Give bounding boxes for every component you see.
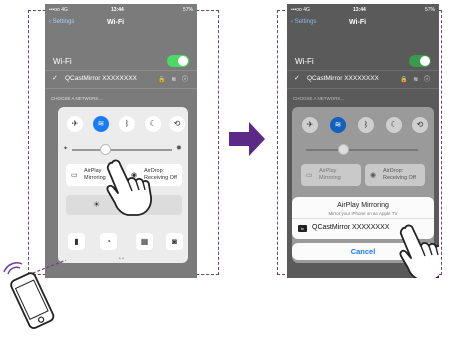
calculator-icon[interactable]: ▦ (136, 233, 153, 250)
time-label: 13:44 (111, 7, 124, 13)
page-title: Wi-Fi (349, 19, 367, 26)
lock-wifi-info-icons: 🔒 ≋ ⓘ (158, 77, 190, 83)
moon-icon: ☾ (386, 117, 402, 133)
carrier-label: •••oo 4G (291, 7, 310, 13)
page-title: Wi-Fi (107, 19, 125, 26)
nav-bar: ‹ Settings Wi-Fi (287, 16, 439, 34)
timer-icon[interactable]: ◔ (100, 233, 117, 250)
airplay-icon: ▭ (71, 172, 78, 179)
network-name: QCastMirror XXXXXXXX (65, 75, 137, 82)
status-bar: •••oo 4G 13:44 57% (287, 4, 439, 16)
sheet-title: AirPlay Mirroring (337, 202, 389, 209)
lock-wifi-info-icons: 🔒 ≋ ⓘ (400, 77, 432, 83)
brightness-slider[interactable] (72, 149, 172, 151)
airplane-icon[interactable]: ✈ (67, 116, 83, 132)
brightness-knob (338, 144, 349, 155)
network-row[interactable]: ✓ QCastMirror XXXXXXXX 🔒 ≋ ⓘ (287, 70, 439, 89)
airdrop-line1: AirDrop: (383, 168, 404, 174)
right-phone-screen: •••oo 4G 13:44 57% ‹ Settings Wi-Fi Wi-F… (287, 4, 439, 278)
apple-tv-icon: tv (298, 225, 307, 232)
back-button[interactable]: ‹ Settings (49, 19, 74, 25)
rotation-lock-icon[interactable]: ⟲ (169, 116, 185, 132)
wifi-label: Wi-Fi (53, 57, 72, 66)
rotation-lock-icon: ⟲ (412, 117, 428, 133)
airplay-icon: ▭ (306, 172, 313, 179)
arrow-icon (229, 122, 265, 156)
brightness-slider (306, 149, 418, 151)
tap-hand-icon (106, 159, 152, 216)
battery-label: 57% (182, 7, 193, 13)
flashlight-icon[interactable]: ▮ (68, 233, 85, 250)
time-label: 13:44 (353, 7, 366, 13)
network-name: QCastMirror XXXXXXXX (307, 75, 379, 82)
airdrop-icon: ◉ (370, 172, 377, 179)
sheet-subtitle: Mirror your iPhone on an Apple TV (328, 211, 398, 216)
phone-illustration-icon (3, 262, 55, 329)
checkmark-icon: ✓ (294, 75, 300, 82)
wifi-label: Wi-Fi (295, 57, 314, 66)
wifi-row: Wi-Fi (287, 52, 439, 71)
carrier-label: •••oo 4G (49, 7, 68, 13)
wifi-icon[interactable]: ≋ (93, 116, 109, 132)
airplay-line1: AirPlay (319, 168, 337, 174)
airplay-mirroring-button: ▭ AirPlay Mirroring (301, 164, 361, 186)
brightness-low-icon: ✦ (63, 146, 69, 152)
wifi-toggle[interactable] (409, 55, 431, 67)
airplane-icon: ✈ (302, 117, 318, 133)
wifi-row: Wi-Fi (45, 52, 197, 71)
left-phone-screen: •••oo 4G 13:44 57% ‹ Settings Wi-Fi Wi-F… (45, 4, 197, 278)
brightness-high-icon: ✹ (176, 145, 182, 152)
network-row[interactable]: ✓ QCastMirror XXXXXXXX 🔒 ≋ ⓘ (45, 70, 197, 89)
airplay-line1: AirPlay (84, 168, 102, 174)
brightness-knob[interactable] (100, 144, 111, 155)
bluetooth-icon: ᛒ (358, 117, 374, 133)
airplay-line2: Mirroring (319, 175, 341, 181)
camera-icon[interactable]: ◙ (166, 233, 183, 250)
device-name: QCastMirror XXXXXXXX (312, 224, 390, 231)
wifi-icon: ≋ (330, 117, 346, 133)
bluetooth-icon[interactable]: ᛒ (119, 116, 135, 132)
back-button[interactable]: ‹ Settings (291, 19, 316, 25)
section-header: CHOOSE A NETWORK... (51, 96, 103, 101)
airdrop-button: ◉ AirDrop: Receiving Off (365, 164, 425, 186)
night-shift-icon: ☀ (93, 200, 101, 209)
tap-hand-icon (399, 224, 439, 278)
battery-label: 57% (424, 7, 435, 13)
checkmark-icon: ✓ (52, 75, 58, 82)
nav-bar: ‹ Settings Wi-Fi (45, 16, 197, 34)
page-dots: • • (119, 256, 124, 262)
section-header: CHOOSE A NETWORK... (293, 96, 345, 101)
status-bar: •••oo 4G 13:44 57% (45, 4, 197, 16)
moon-icon[interactable]: ☾ (145, 116, 161, 132)
airdrop-line2: Receiving Off (383, 175, 416, 181)
wifi-toggle[interactable] (167, 55, 189, 67)
